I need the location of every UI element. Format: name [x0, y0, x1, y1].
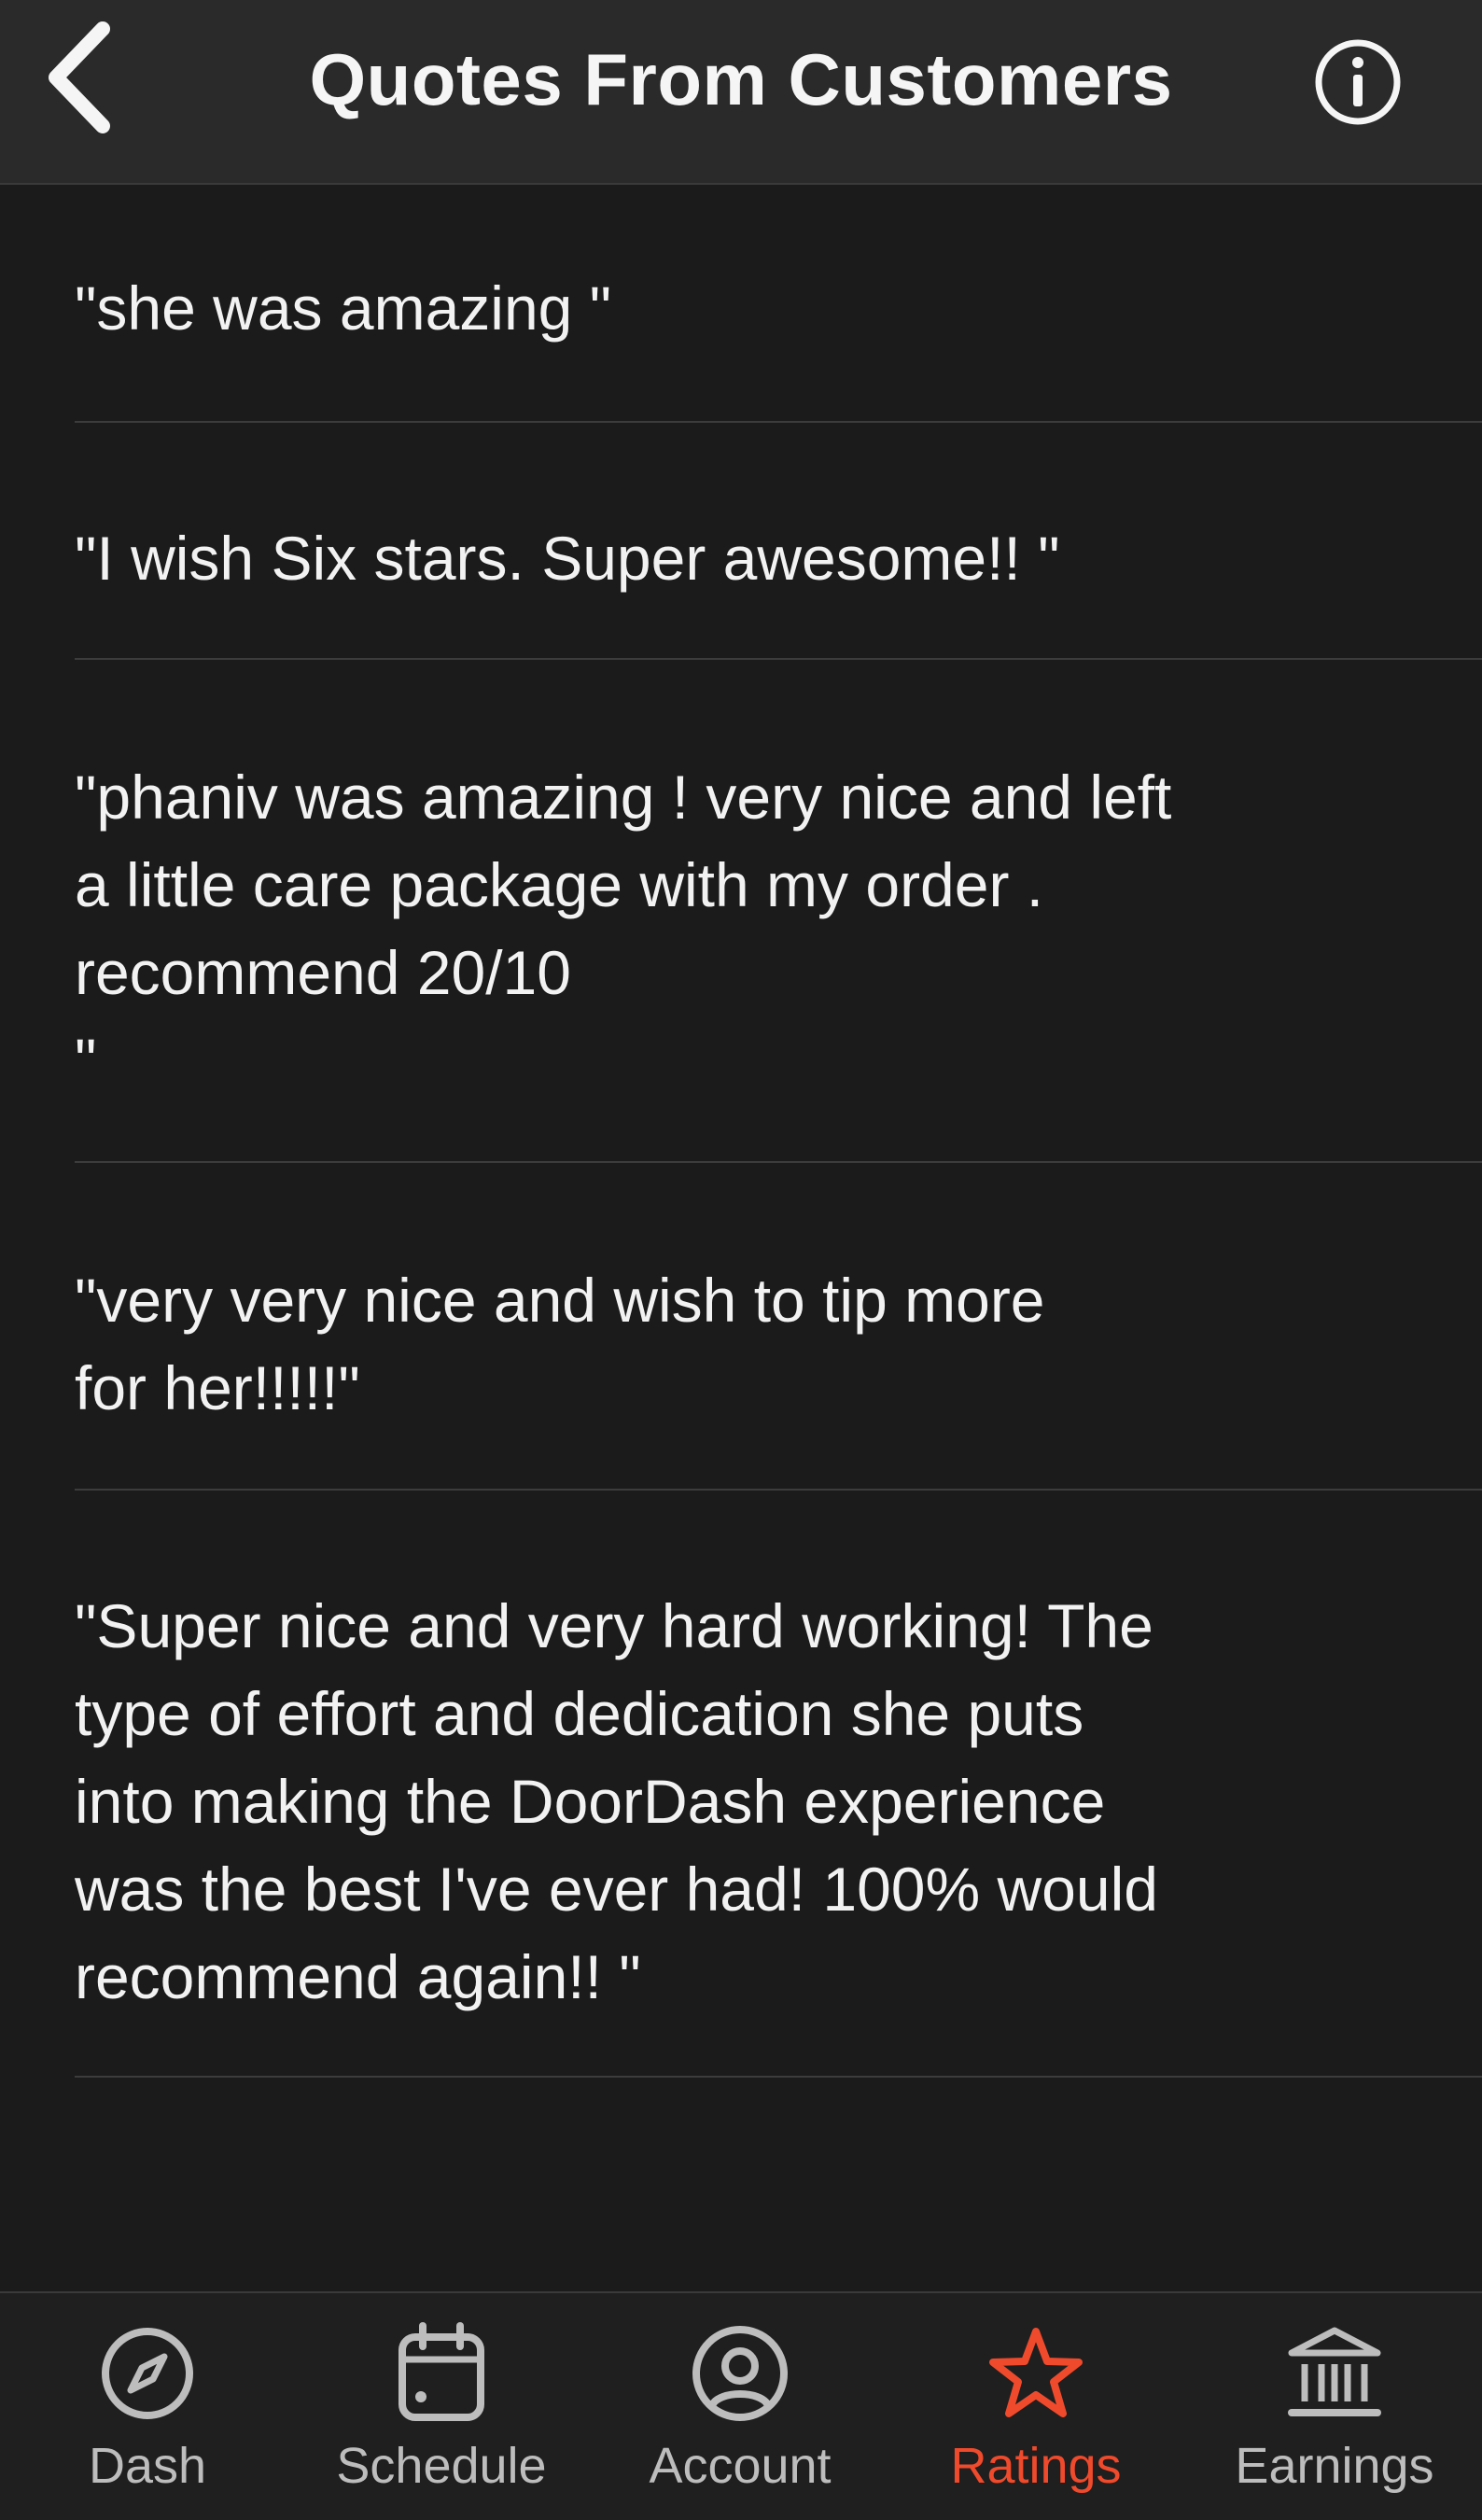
calendar-icon	[389, 2321, 494, 2426]
nav-item-dash[interactable]: Dash	[54, 2293, 241, 2520]
list-item: "I wish Six stars. Super awesome!! "	[75, 423, 1482, 660]
list-item: "very very nice and wish to tip more for…	[75, 1163, 1482, 1491]
nav-label-dash: Dash	[88, 2438, 207, 2494]
nav-label-account: Account	[649, 2438, 832, 2494]
nav-item-earnings[interactable]: Earnings	[1213, 2293, 1456, 2520]
info-icon	[1315, 39, 1401, 125]
list-item: "Super nice and very hard working! The t…	[75, 1491, 1482, 2078]
quote-text: "I wish Six stars. Super awesome!! "	[75, 524, 1060, 593]
star-icon	[984, 2321, 1088, 2426]
user-circle-icon	[688, 2321, 792, 2426]
nav-label-schedule: Schedule	[336, 2438, 547, 2494]
list-item: "phaniv was amazing ! very nice and left…	[75, 660, 1482, 1163]
info-button[interactable]	[1311, 35, 1405, 129]
list-item: "she was amazing "	[75, 185, 1482, 423]
quote-text: "she was amazing "	[75, 273, 612, 343]
nav-item-ratings[interactable]: Ratings	[933, 2293, 1139, 2520]
page-title: Quotes From Customers	[309, 38, 1173, 120]
compass-icon	[95, 2321, 200, 2426]
bottom-nav: Dash Schedule Account Ratings Earnings	[0, 2291, 1482, 2520]
quote-text: "Super nice and very hard working! The t…	[75, 1591, 1158, 2011]
app-screen: Quotes From Customers "she was amazing "…	[0, 0, 1482, 2520]
header-bar: Quotes From Customers	[0, 0, 1482, 185]
quotes-list: "she was amazing " "I wish Six stars. Su…	[0, 185, 1482, 2078]
nav-item-account[interactable]: Account	[628, 2293, 852, 2520]
quote-text: "very very nice and wish to tip more for…	[75, 1266, 1045, 1422]
nav-item-schedule[interactable]: Schedule	[315, 2293, 567, 2520]
nav-label-earnings: Earnings	[1235, 2438, 1434, 2494]
bank-icon	[1282, 2321, 1387, 2426]
nav-label-ratings: Ratings	[950, 2438, 1122, 2494]
quote-text: "phaniv was amazing ! very nice and left…	[75, 763, 1172, 1095]
